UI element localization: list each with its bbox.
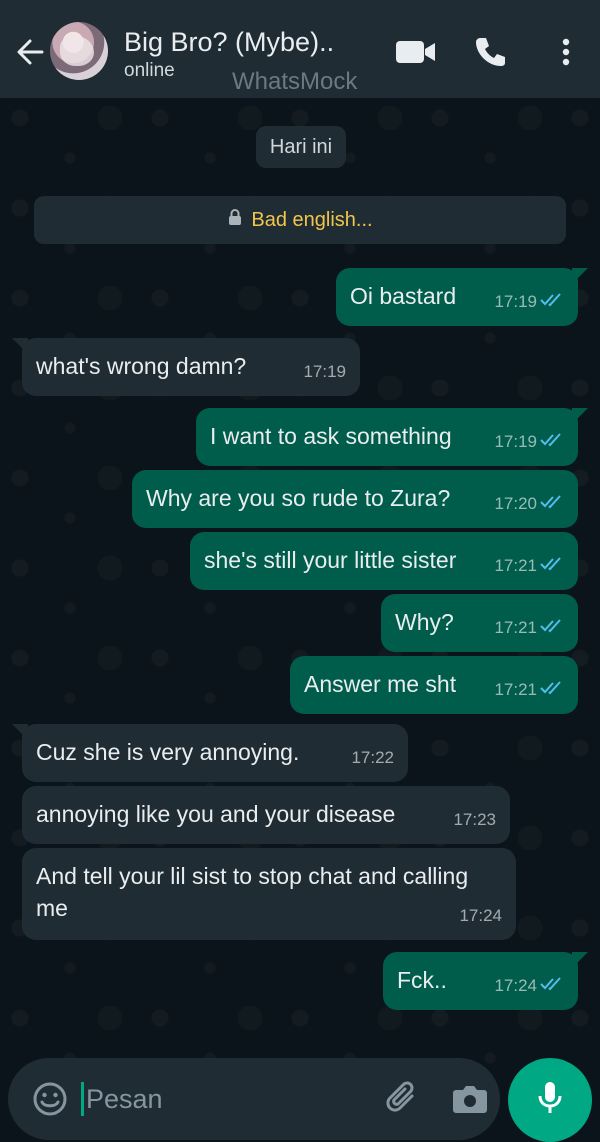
message-text: Why? [395,609,454,635]
avatar[interactable] [50,22,108,80]
message-text: I want to ask something [210,423,452,449]
double-check-icon [540,612,564,644]
more-options-icon[interactable] [544,30,588,74]
message-text: And tell your lil sist to stop chat and … [36,863,469,921]
attach-icon[interactable] [384,1080,422,1118]
back-arrow-icon[interactable] [12,34,48,70]
message-bubble[interactable]: Answer me sht 17:21 [290,656,578,714]
chat-header: Big Bro? (Mybe).. online WhatsMock [0,0,600,98]
lock-icon [227,208,243,232]
message-bubble[interactable]: Why are you so rude to Zura? 17:20 [132,470,578,528]
phone-icon[interactable] [468,30,512,74]
emoji-icon[interactable] [32,1081,68,1117]
message-text: Oi bastard [350,283,457,309]
double-check-icon [540,426,564,458]
message-time: 17:19 [494,426,564,458]
watermark: WhatsMock [232,68,358,95]
message-bubble[interactable]: she's still your little sister 17:21 [190,532,578,590]
message-time: 17:19 [303,362,346,381]
message-time: 17:24 [494,970,564,1002]
message-time: 17:22 [351,748,394,767]
message-bubble[interactable]: Cuz she is very annoying. 17:22 [22,724,408,782]
message-text: Why are you so rude to Zura? [146,485,451,511]
message-time: 17:20 [494,488,564,520]
double-check-icon [540,488,564,520]
message-text: Answer me sht [304,671,457,697]
notice-text: Bad english... [251,208,373,231]
message-text: Cuz she is very annoying. [36,739,300,765]
double-check-icon [540,286,564,318]
message-bubble[interactable]: And tell your lil sist to stop chat and … [22,848,516,940]
message-time: 17:21 [494,550,564,582]
message-bubble[interactable]: annoying like you and your disease 17:23 [22,786,510,844]
message-bubble[interactable]: Fck.. 17:24 [383,952,578,1010]
chat-notice[interactable]: Bad english... [34,196,566,244]
message-input[interactable]: Pesan [86,1084,163,1115]
message-text: annoying like you and your disease [36,801,396,827]
date-divider: Hari ini [256,126,346,168]
message-bubble[interactable]: Why? 17:21 [381,594,578,652]
message-text: she's still your little sister [204,547,457,573]
message-text: Fck.. [397,967,447,993]
message-text: what's wrong damn? [36,353,247,379]
text-caret [81,1082,84,1116]
message-bubble[interactable]: Oi bastard 17:19 [336,268,578,326]
contact-name[interactable]: Big Bro? (Mybe).. [124,27,334,58]
message-time: 17:21 [494,674,564,706]
mic-icon [536,1080,564,1121]
video-call-icon[interactable] [394,30,438,74]
message-bubble[interactable]: what's wrong damn? 17:19 [22,338,360,396]
double-check-icon [540,550,564,582]
double-check-icon [540,674,564,706]
camera-icon[interactable] [450,1080,490,1118]
contact-status: online [124,60,175,81]
double-check-icon [540,970,564,1002]
message-time: 17:23 [453,810,496,829]
message-bubble[interactable]: I want to ask something 17:19 [196,408,578,466]
message-time: 17:19 [494,286,564,318]
message-time: 17:21 [494,612,564,644]
message-time: 17:24 [459,906,502,925]
mic-button[interactable] [508,1058,592,1142]
message-input-bar[interactable]: Pesan [8,1058,500,1140]
